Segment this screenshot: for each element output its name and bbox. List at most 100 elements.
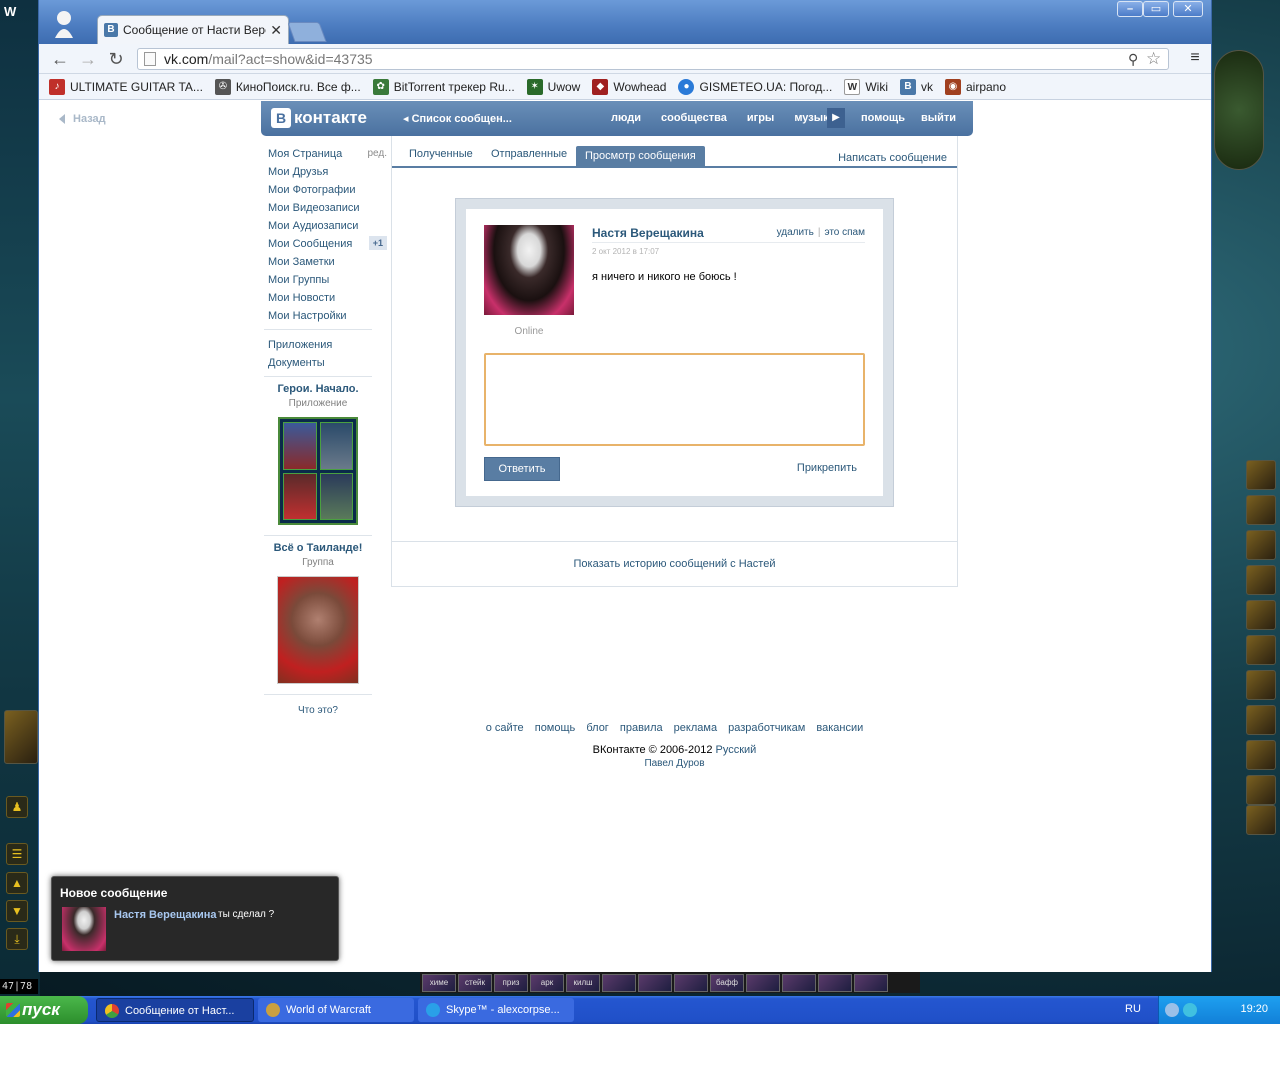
menu-photos[interactable]: Мои Фотографии [267,181,387,199]
back-arrow-icon[interactable]: ← [49,48,71,70]
tab-view-message[interactable]: Просмотр сообщения [576,146,705,166]
attach-link[interactable]: Прикрепить [797,462,857,474]
wow-right-slot[interactable] [1246,805,1276,835]
notification-sender[interactable]: Настя Верещакина [114,909,217,921]
delete-link[interactable]: удалить [777,227,814,238]
wow-right-slot[interactable] [1246,495,1276,525]
footer-developers[interactable]: разработчикам [728,722,805,734]
reload-icon[interactable]: ↻ [105,48,127,70]
wow-action-slot[interactable]: стейк [458,974,492,992]
footer-rules[interactable]: правила [620,722,663,734]
reply-input[interactable] [484,353,865,446]
wow-action-slot[interactable]: бафф [710,974,744,992]
wow-right-slot[interactable] [1246,740,1276,770]
maximize-icon[interactable]: ▭ [1143,1,1169,17]
wow-action-slot[interactable] [782,974,816,992]
menu-news[interactable]: Мои Новости [267,289,387,307]
wow-right-slot[interactable] [1246,705,1276,735]
bookmark-item[interactable]: W Wiki [844,78,888,95]
menu-friends[interactable]: Мои Друзья [267,163,387,181]
write-message-link[interactable]: Написать сообщение [838,152,947,164]
wow-minimap[interactable] [1214,50,1264,170]
bookmark-item[interactable]: Вvk [900,78,933,95]
footer-ads[interactable]: реклама [674,722,717,734]
wow-bell-icon[interactable]: ♟ [6,796,28,818]
footer-blog[interactable]: блог [586,722,608,734]
back-link[interactable]: Назад [59,113,106,125]
wow-scroll-bottom-icon[interactable]: ⤓ [6,928,28,950]
wow-right-slot[interactable] [1246,565,1276,595]
wow-right-slot[interactable] [1246,670,1276,700]
wow-chat-icon[interactable]: ☰ [6,843,28,865]
footer-help[interactable]: помощь [535,722,576,734]
new-message-notification[interactable]: Новое сообщение Настя Верещакина ты сдел… [51,876,339,961]
footer-jobs[interactable]: вакансии [816,722,863,734]
menu-audio[interactable]: Мои Аудиозаписи [267,217,387,235]
network-icon[interactable] [1165,1003,1179,1017]
wow-action-slot[interactable]: килш [566,974,600,992]
wow-action-slot[interactable] [746,974,780,992]
taskbar-item-wow[interactable]: World of Warcraft [258,998,414,1022]
wow-right-slot[interactable] [1246,530,1276,560]
bookmark-item[interactable]: ✶ Uwow [526,78,580,95]
tab-sent[interactable]: Отправленные [491,148,567,160]
bookmark-star-icon[interactable]: ☆ [1146,49,1168,69]
wow-right-slot[interactable] [1246,635,1276,665]
play-arrow-icon[interactable]: ▶ [827,108,845,128]
browser-tab-active[interactable]: В Сообщение от Насти Вере ✕ [97,15,289,44]
bookmark-item[interactable]: ✿ BitTorrent трекер Ru... [372,78,515,95]
address-bar[interactable]: vk.com/mail?act=show&id=43735 ⚲ ☆ [137,48,1169,70]
footer-about[interactable]: о сайте [486,722,524,734]
author-link[interactable]: Павел Дуров [391,758,958,769]
start-button[interactable]: пуск [0,996,88,1024]
wow-right-slot[interactable] [1246,460,1276,490]
ad-image[interactable] [278,417,358,525]
wow-right-slot[interactable] [1246,775,1276,805]
profile-icon[interactable] [53,10,75,38]
wow-action-slot[interactable] [818,974,852,992]
nav-logout[interactable]: выйти [921,112,956,124]
vk-logo[interactable]: Вконтакте [271,108,367,128]
ad-title[interactable]: Всё о Таиланде! [264,542,372,554]
menu-notes[interactable]: Мои Заметки [267,253,387,271]
nav-games[interactable]: игры [747,112,774,124]
zoom-icon[interactable]: ⚲ [1128,51,1146,68]
menu-settings[interactable]: Мои Настройки [267,307,387,325]
nav-people[interactable]: люди [611,112,641,124]
wow-action-slot[interactable] [4,710,38,764]
sender-name[interactable]: Настя Верещакина [592,226,704,240]
menu-icon[interactable]: ≡ [1185,49,1205,69]
menu-my-page[interactable]: Моя Страница ред. [267,145,387,163]
breadcrumb[interactable]: ◂ Список сообщен... [403,112,512,125]
wow-action-slot[interactable] [638,974,672,992]
bookmark-item[interactable]: ✇ КиноПоиск.ru. Все ф... [214,78,361,95]
close-tab-icon[interactable]: ✕ [270,22,282,39]
minimize-icon[interactable]: – [1117,1,1143,17]
nav-communities[interactable]: сообщества [661,112,727,124]
wow-scroll-up-icon[interactable]: ▲ [6,872,28,894]
wow-action-slot[interactable]: химе [422,974,456,992]
tab-inbox[interactable]: Полученные [409,148,473,160]
menu-groups[interactable]: Мои Группы [267,271,387,289]
wow-right-slot[interactable] [1246,600,1276,630]
sender-avatar[interactable] [484,225,574,315]
bookmark-item[interactable]: ♪ ULTIMATE GUITAR TA... [49,78,203,95]
spam-link[interactable]: это спам [824,227,865,238]
edit-link[interactable]: ред. [367,145,387,163]
ad-block-app[interactable]: Герои. Начало. Приложение [264,383,372,525]
show-history-link[interactable]: Показать историю сообщений с Настей [392,558,957,570]
what-is-this-link[interactable]: Что это? [264,705,372,716]
taskbar-item-skype[interactable]: Skype™ - alexcorpse... [418,998,574,1022]
wow-action-slot[interactable] [854,974,888,992]
ad-image[interactable] [277,576,359,684]
ad-title[interactable]: Герои. Начало. [264,383,372,395]
forward-arrow-icon[interactable]: → [77,48,99,70]
wow-action-slot[interactable]: приз [494,974,528,992]
reply-button[interactable]: Ответить [484,457,560,481]
taskbar-item-chrome[interactable]: Сообщение от Наст... [96,998,254,1022]
language-indicator[interactable]: RU [1125,1003,1141,1015]
nav-help[interactable]: помощь [861,112,905,124]
menu-messages[interactable]: Мои Сообщения +1 [267,235,387,253]
bookmark-item[interactable]: ◉ airpano [945,78,1006,95]
menu-documents[interactable]: Документы [267,354,387,372]
